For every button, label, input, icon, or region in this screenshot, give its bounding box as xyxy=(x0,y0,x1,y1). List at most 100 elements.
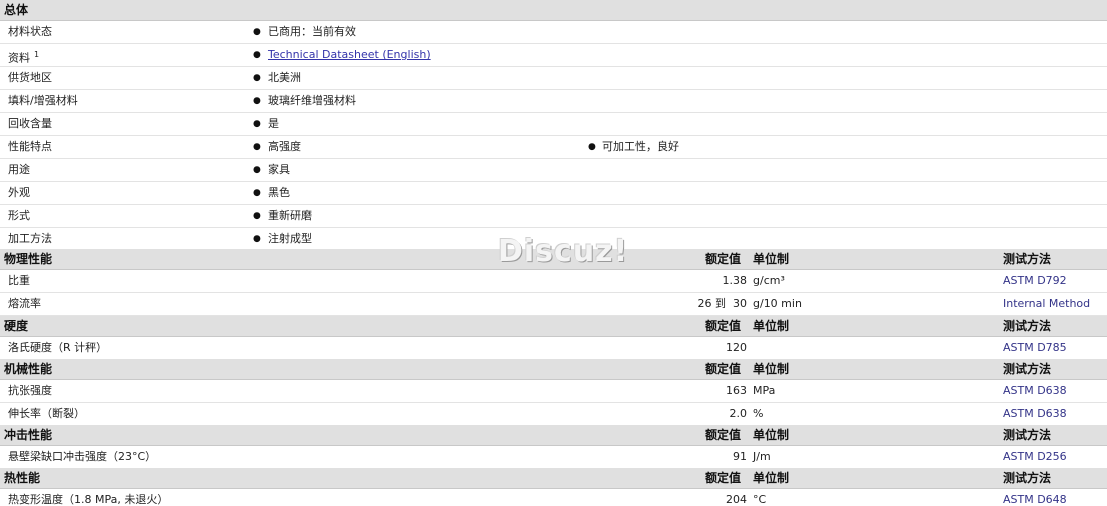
property-row: 热变形温度（1.8 MPa, 未退火） 204 °C ASTM D648 xyxy=(0,489,1107,506)
bullet-icon: ● xyxy=(253,211,261,221)
property-value: 204 xyxy=(726,493,747,506)
property-label: 熔流率 xyxy=(8,297,41,310)
col-unit: 单位制 xyxy=(753,428,790,442)
mechanical-section-header: 机械性能 额定值 单位制 测试方法 xyxy=(0,359,1107,380)
property-row: 抗张强度 163 MPa ASTM D638 xyxy=(0,380,1107,403)
hardness-section-header: 硬度 额定值 单位制 测试方法 xyxy=(0,316,1107,337)
property-method: ASTM D792 xyxy=(1003,274,1067,287)
row-label: 用途 xyxy=(8,163,30,176)
property-label: 洛氏硬度（R 计秤） xyxy=(8,341,108,354)
row-label: 填料/增强材料 xyxy=(8,94,78,107)
property-value: 120 xyxy=(726,341,747,354)
row-label: 回收含量 xyxy=(8,117,52,130)
row-label: 形式 xyxy=(8,209,30,222)
row-value: 重新研磨 xyxy=(268,209,312,222)
property-method: ASTM D638 xyxy=(1003,384,1067,397)
bullet-icon: ● xyxy=(253,165,261,175)
col-method: 测试方法 xyxy=(1003,319,1052,333)
col-nominal: 额定值 xyxy=(705,319,742,333)
row-label: 外观 xyxy=(8,186,30,199)
bullet-icon: ● xyxy=(253,188,261,198)
row-label: 供货地区 xyxy=(8,71,52,84)
overview-row-datasheet: 资料 1 ● Technical Datasheet (English) xyxy=(0,44,1107,67)
col-nominal: 额定值 xyxy=(705,471,742,485)
col-method: 测试方法 xyxy=(1003,471,1052,485)
property-unit: J/m xyxy=(753,450,771,463)
bullet-icon: ● xyxy=(253,234,261,244)
property-method: ASTM D785 xyxy=(1003,341,1067,354)
property-unit: °C xyxy=(753,493,767,506)
col-unit: 单位制 xyxy=(753,252,790,266)
overview-row-features: 性能特点 ● 高强度 ● 可加工性，良好 xyxy=(0,136,1107,159)
section-title: 物理性能 xyxy=(4,252,53,266)
property-method: ASTM D648 xyxy=(1003,493,1067,506)
overview-section-header: 总体 xyxy=(0,0,1107,21)
row-value: 黑色 xyxy=(268,186,290,199)
property-label: 热变形温度（1.8 MPa, 未退火） xyxy=(8,493,169,506)
overview-row-appearance: 外观 ● 黑色 xyxy=(0,182,1107,205)
row-value: 家具 xyxy=(268,163,290,176)
row-value: 可加工性，良好 xyxy=(602,140,679,153)
property-label: 伸长率（断裂） xyxy=(8,407,85,420)
thermal-section-header: 热性能 额定值 单位制 测试方法 xyxy=(0,468,1107,489)
col-unit: 单位制 xyxy=(753,471,790,485)
overview-row-form: 形式 ● 重新研磨 xyxy=(0,205,1107,228)
row-label: 加工方法 xyxy=(8,232,52,245)
property-method: ASTM D256 xyxy=(1003,450,1067,463)
row-label: 材料状态 xyxy=(8,25,52,38)
row-label: 性能特点 xyxy=(8,140,52,153)
bullet-icon: ● xyxy=(253,96,261,106)
property-unit: % xyxy=(753,407,764,420)
row-value: 注射成型 xyxy=(268,232,312,245)
row-value: 玻璃纤维增强材料 xyxy=(268,94,356,107)
property-unit: g/cm³ xyxy=(753,274,785,287)
bullet-icon: ● xyxy=(588,142,596,152)
col-unit: 单位制 xyxy=(753,319,790,333)
section-title: 硬度 xyxy=(4,319,29,333)
property-row: 洛氏硬度（R 计秤） 120 ASTM D785 xyxy=(0,337,1107,360)
bullet-icon: ● xyxy=(253,27,261,37)
row-value: 是 xyxy=(268,117,279,130)
overview-row-status: 材料状态 ● 已商用：当前有效 xyxy=(0,21,1107,44)
property-label: 悬壁梁缺口冲击强度（23°C） xyxy=(8,450,157,463)
section-title: 热性能 xyxy=(4,471,41,485)
section-title: 总体 xyxy=(4,3,29,17)
section-title: 冲击性能 xyxy=(4,428,53,442)
datasheet-link[interactable]: Technical Datasheet (English) xyxy=(268,44,431,66)
property-label: 比重 xyxy=(8,274,30,287)
col-method: 测试方法 xyxy=(1003,252,1052,266)
col-method: 测试方法 xyxy=(1003,428,1052,442)
col-nominal: 额定值 xyxy=(705,428,742,442)
row-value: 已商用：当前有效 xyxy=(268,25,356,38)
impact-section-header: 冲击性能 额定值 单位制 测试方法 xyxy=(0,425,1107,446)
property-method: Internal Method xyxy=(1003,297,1091,310)
property-value: 91 xyxy=(733,450,747,463)
property-value: 2.0 xyxy=(729,407,748,420)
col-unit: 单位制 xyxy=(753,362,790,376)
property-row: 悬壁梁缺口冲击强度（23°C） 91 J/m ASTM D256 xyxy=(0,446,1107,469)
property-value: 26 到 30 xyxy=(697,297,747,310)
col-method: 测试方法 xyxy=(1003,362,1052,376)
overview-row-uses: 用途 ● 家具 xyxy=(0,159,1107,182)
col-nominal: 额定值 xyxy=(705,362,742,376)
property-row: 伸长率（断裂） 2.0 % ASTM D638 xyxy=(0,403,1107,426)
discuz-watermark: Discuz! xyxy=(498,234,629,269)
property-label: 抗张强度 xyxy=(8,384,52,397)
bullet-icon: ● xyxy=(253,73,261,83)
property-row: 熔流率 26 到 30 g/10 min Internal Method xyxy=(0,293,1107,316)
bullet-icon: ● xyxy=(253,142,261,152)
property-row: 比重 1.38 g/cm³ ASTM D792 xyxy=(0,270,1107,293)
property-method: ASTM D638 xyxy=(1003,407,1067,420)
bullet-icon: ● xyxy=(253,50,261,60)
bullet-icon: ● xyxy=(253,119,261,129)
overview-row-filler: 填料/增强材料 ● 玻璃纤维增强材料 xyxy=(0,90,1107,113)
section-title: 机械性能 xyxy=(4,362,53,376)
property-value: 1.38 xyxy=(722,274,748,287)
property-unit: MPa xyxy=(753,384,776,397)
footnote-marker: 1 xyxy=(34,50,40,59)
overview-row-region: 供货地区 ● 北美洲 xyxy=(0,67,1107,90)
col-nominal: 额定值 xyxy=(705,252,742,266)
row-value: 高强度 xyxy=(268,140,301,153)
row-label: 资料 1 xyxy=(8,50,40,65)
property-unit: g/10 min xyxy=(753,297,802,310)
